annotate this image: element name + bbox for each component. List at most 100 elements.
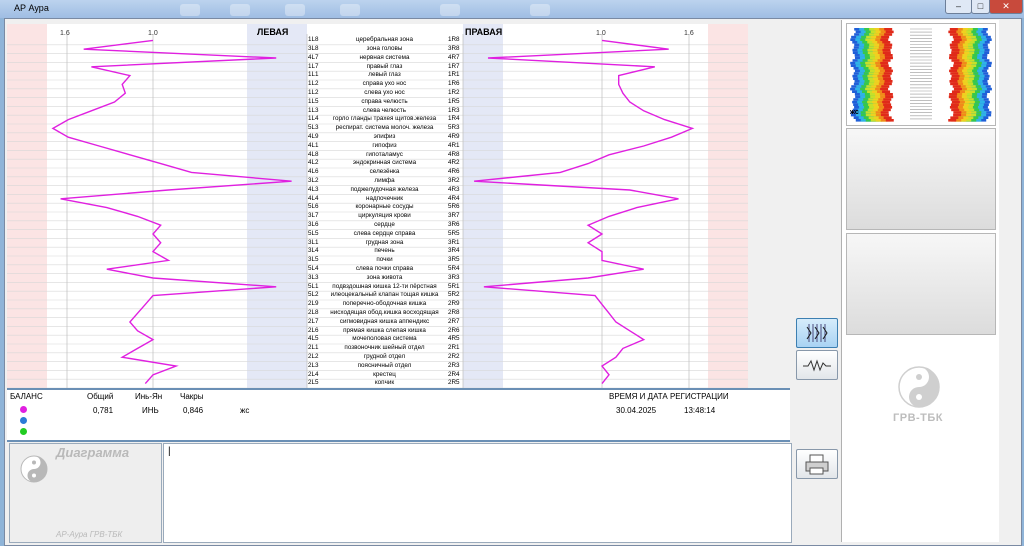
aura-stripe: [883, 103, 892, 106]
right-code: 2R9: [448, 300, 460, 308]
aura-center: [907, 26, 935, 123]
empty-slot[interactable]: [846, 233, 996, 335]
tick-label: 1.6: [60, 30, 70, 37]
right-code: 2R2: [448, 353, 460, 360]
datetime-label: ВРЕМЯ И ДАТА РЕГИСТРАЦИИ: [609, 392, 729, 401]
wave-view-button[interactable]: [796, 350, 838, 380]
aura-stripe: [882, 90, 891, 93]
aura-stripe: [950, 67, 959, 70]
aura-stripe: [949, 106, 958, 109]
organ-label: поясничный отдел: [357, 361, 412, 369]
aura-stripe: [951, 59, 960, 62]
right-code: 1R7: [448, 62, 460, 70]
aura-stripe: [884, 93, 893, 96]
aura-stripe: [882, 100, 891, 104]
organ-label: позвоночник шейный отдел: [344, 344, 425, 352]
notes-content: |: [168, 446, 171, 457]
right-code: 5R4: [448, 265, 460, 272]
organ-label: эпифиз: [373, 133, 396, 140]
print-button[interactable]: [796, 449, 838, 479]
left-code: 2L8: [308, 309, 319, 316]
diagram-panel[interactable]: Диаграмма АР-Аура ГРВ-ТБК: [9, 443, 162, 543]
left-code: 1L7: [308, 62, 319, 70]
chakras-label: Чакры: [180, 392, 204, 401]
chakras-extra: жс: [240, 406, 250, 415]
organ-label: илеоцекальный клапан тощая кишка: [330, 291, 439, 299]
organ-label: нисходящая обод.кишка восходящая: [330, 309, 439, 316]
left-code: 1L3: [308, 106, 319, 114]
aura-stripe: [885, 30, 894, 34]
aura-stripe: [950, 98, 959, 101]
aura-stripe: [952, 35, 961, 39]
aura-stripe: [953, 38, 962, 41]
right-panel: жс ГРВ-ТБК: [841, 20, 999, 542]
aura-stripe: [953, 64, 962, 67]
empty-slot[interactable]: [846, 128, 996, 230]
aura-stripe: [949, 43, 958, 47]
organ-label: слева ухо нос: [364, 89, 405, 96]
notes-textarea[interactable]: |: [163, 443, 792, 543]
total-label: Общий: [87, 392, 114, 401]
left-code: 1L2: [308, 80, 319, 88]
aura-stripe: [884, 33, 893, 36]
tick-label: 1.0: [148, 30, 158, 37]
aura-stripe: [948, 30, 957, 34]
left-code: 5L6: [308, 203, 319, 211]
maximize-button[interactable]: □: [971, 0, 990, 14]
left-code: 4L8: [308, 150, 319, 158]
right-code: 4R2: [448, 159, 460, 167]
organ-label: правый глаз: [366, 62, 403, 70]
window-titlebar: АР Аура – □ ✕: [0, 0, 1024, 18]
aura-stripe: [951, 100, 960, 104]
aura-stripe: [883, 67, 892, 70]
organ-label: мочеполовая система: [352, 335, 417, 343]
aura-stripe: [880, 113, 889, 117]
aura-stripe: [881, 85, 890, 88]
aura-stripe: [953, 61, 962, 65]
aura-stripe: [949, 33, 958, 36]
right-code: 2R6: [448, 326, 460, 334]
aura-stripe: [951, 74, 960, 78]
left-code: 5L3: [308, 124, 319, 132]
thumbnail-label: жс: [850, 109, 859, 116]
right-code: 4R1: [448, 141, 460, 149]
organ-label: гипоталамус: [366, 150, 403, 158]
aura-stripe: [952, 85, 961, 88]
aura-stripe: [880, 61, 889, 65]
organ-label: надпочечник: [365, 194, 404, 202]
organ-label: коронарные сосуды: [355, 203, 414, 211]
aura-stripe: [882, 108, 891, 112]
left-code: 4L7: [308, 53, 319, 61]
aura-stripe: [884, 69, 893, 73]
minimize-button[interactable]: –: [945, 0, 972, 14]
right-code: 3R1: [448, 238, 460, 246]
left-code: 5L5: [308, 229, 319, 237]
aura-stripe: [880, 111, 889, 114]
left-code: 2L6: [308, 326, 319, 334]
separator: [7, 440, 790, 442]
pink-band: [7, 24, 47, 388]
chart-view-button[interactable]: [796, 318, 838, 348]
left-code: 2L9: [308, 300, 319, 308]
background-icon: [340, 4, 360, 16]
left-code: 4L5: [308, 335, 319, 343]
left-code: 4L3: [308, 185, 319, 193]
left-code: 3L4: [308, 247, 319, 255]
organ-label: селезёнка: [369, 168, 400, 176]
left-code: 2L5: [308, 379, 319, 387]
right-code: 3R5: [448, 256, 460, 264]
organ-label: эндокринная система: [352, 159, 417, 167]
balance-label: БАЛАНС: [10, 392, 43, 401]
aura-thumbnail[interactable]: жс: [846, 23, 996, 126]
aura-stripe: [880, 38, 889, 41]
close-button[interactable]: ✕: [989, 0, 1023, 14]
left-code: 4L6: [308, 168, 319, 176]
left-code: 3L5: [308, 256, 319, 264]
right-code: 4R7: [448, 53, 460, 61]
aura-stripe: [949, 54, 958, 57]
aura-stripe: [883, 98, 892, 101]
right-code: 1R5: [448, 97, 460, 105]
left-code: 5L1: [308, 282, 319, 290]
pink-band: [708, 24, 748, 388]
aura-stripe: [949, 69, 958, 73]
